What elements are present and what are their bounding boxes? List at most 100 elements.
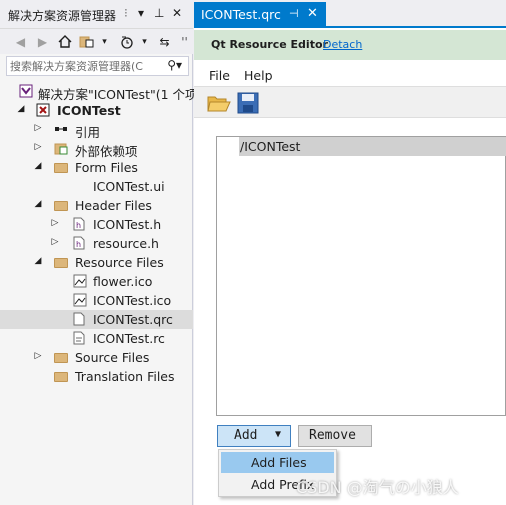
remove-button-label: Remove <box>309 428 356 443</box>
menu-file[interactable]: File <box>209 68 230 83</box>
detach-link[interactable]: Detach <box>323 38 362 51</box>
collapsed-arrow-icon[interactable]: ▷ <box>33 142 43 152</box>
tab-icontest-qrc[interactable]: ICONTest.qrc ⊣ ✕ <box>194 2 326 28</box>
solution-explorer-toolbar: ◀ ▶ ▾ ▾ ⇆ '' <box>0 28 193 54</box>
tree-item-label: ICONTest.qrc <box>93 312 173 327</box>
tree-item-solution[interactable]: 解决方案"ICONTest"(1 个项 <box>0 82 198 102</box>
tree-item-label: ICONTest.h <box>93 217 162 232</box>
collapsed-arrow-icon[interactable]: ▷ <box>50 218 60 228</box>
add-button-label: Add <box>234 428 258 443</box>
svg-text:h: h <box>76 240 81 249</box>
back-icon[interactable]: ◀ <box>12 33 29 50</box>
menu-help[interactable]: Help <box>244 68 273 83</box>
sync-icon[interactable]: ⇆ <box>156 33 173 50</box>
menu-item-label: Add Files <box>251 455 307 470</box>
tree-item-file-selected[interactable]: ICONTest.qrc <box>0 310 193 329</box>
close-icon[interactable]: ✕ <box>307 6 318 21</box>
svg-text:h: h <box>76 221 81 230</box>
tree-item-label: resource.h <box>93 236 159 251</box>
tree-item-form-files[interactable]: ◢ Form Files <box>0 158 193 177</box>
folder-icon <box>54 353 68 363</box>
tree-item-label: Resource Files <box>75 255 164 270</box>
search-icon[interactable]: ⚲▾ <box>167 58 182 72</box>
solution-explorer-title: 解决方案资源管理器 <box>8 9 117 23</box>
collapsed-arrow-icon[interactable]: ▷ <box>33 123 43 133</box>
pin-icon[interactable]: ⊣ <box>289 7 299 20</box>
chevron-down-icon[interactable]: ▾ <box>136 33 153 50</box>
header-file-icon: h <box>73 236 87 250</box>
tree-item-label: Source Files <box>75 350 150 365</box>
folder-icon <box>54 201 68 211</box>
close-icon[interactable]: ✕ <box>172 6 182 20</box>
qt-project-icon <box>36 103 50 117</box>
tree-item-external-dependencies[interactable]: ▷ 外部依赖项 <box>0 139 193 159</box>
folder-icon <box>54 258 68 268</box>
external-dependencies-icon <box>54 141 68 155</box>
expanded-arrow-icon[interactable]: ◢ <box>33 256 43 266</box>
chevron-down-icon: ▼ <box>275 429 282 440</box>
add-button[interactable]: Add ▼ <box>217 425 291 447</box>
tree-item-label: Header Files <box>75 198 152 213</box>
editor-toolbar <box>194 86 506 118</box>
solution-explorer-titlebar: 解决方案资源管理器 ⁝ ▾ ⊥ ✕ <box>0 0 193 28</box>
search-input[interactable] <box>10 58 162 74</box>
tree-item-file[interactable]: ICONTest.ui <box>0 177 193 196</box>
document-area: ICONTest.qrc ⊣ ✕ Qt Resource Editor Deta… <box>194 0 506 505</box>
editor-title: Qt Resource Editor <box>211 38 328 51</box>
open-folder-icon[interactable] <box>207 92 231 117</box>
folder-icon <box>54 372 68 382</box>
search-box[interactable]: ⚲▾ <box>6 56 189 76</box>
header-file-icon: h <box>73 217 87 231</box>
tab-label: ICONTest.qrc <box>201 7 281 22</box>
forward-icon[interactable]: ▶ <box>34 33 51 50</box>
tree-item-source-files[interactable]: ▷ Source Files <box>0 348 193 367</box>
tree-item-label: flower.ico <box>93 274 153 289</box>
tree-item-file[interactable]: ▷ h resource.h <box>0 234 193 253</box>
solution-explorer-panel: 解决方案资源管理器 ⁝ ▾ ⊥ ✕ ◀ ▶ ▾ ▾ ⇆ '' ⚲▾ 解决方案"I… <box>0 0 198 505</box>
tree-item-file[interactable]: ICONTest.rc <box>0 329 193 348</box>
menu-item-add-files[interactable]: Add Files <box>221 452 334 473</box>
prefix-item[interactable]: /ICONTest <box>239 137 506 156</box>
collapsed-arrow-icon[interactable]: ▷ <box>33 351 43 361</box>
tree-item-references[interactable]: ▷ 引用 <box>0 120 193 140</box>
collapsed-arrow-icon[interactable]: ▷ <box>50 237 60 247</box>
tree-item-file[interactable]: ▷ h ICONTest.h <box>0 215 193 234</box>
tree-item-project[interactable]: ◢ ICONTest <box>0 101 193 120</box>
menu-bar: File Help <box>194 64 506 86</box>
tree-item-file[interactable]: flower.ico <box>0 272 193 291</box>
window-position-icon[interactable]: ⁝ <box>124 6 128 20</box>
pending-changes-icon[interactable] <box>118 33 135 50</box>
tree-item-label: ICONTest.rc <box>93 331 165 346</box>
tree-item-label: ICONTest.ui <box>93 179 165 194</box>
tab-bar: ICONTest.qrc ⊣ ✕ <box>194 0 506 28</box>
image-file-icon <box>73 274 87 288</box>
pin-icon[interactable]: ⊥ <box>154 6 164 20</box>
expanded-arrow-icon[interactable]: ◢ <box>33 161 43 171</box>
home-icon[interactable] <box>56 33 73 50</box>
resource-tree-view[interactable]: /ICONTest <box>216 136 506 416</box>
expanded-arrow-icon[interactable]: ◢ <box>16 104 26 114</box>
tree-item-label: ICONTest <box>57 103 121 118</box>
dropdown-icon[interactable]: ▾ <box>138 6 144 20</box>
tree-item-header-files[interactable]: ◢ Header Files <box>0 196 193 215</box>
save-icon[interactable] <box>237 92 259 117</box>
watermark: CSDN @淘气の小狼人 <box>296 478 459 497</box>
tree-item-label: Form Files <box>75 160 138 175</box>
prefix-label: /ICONTest <box>240 139 301 154</box>
switch-views-icon[interactable] <box>78 33 95 50</box>
resource-script-icon <box>73 331 87 345</box>
tree-item-resource-files[interactable]: ◢ Resource Files <box>0 253 193 272</box>
chevron-down-icon[interactable]: ▾ <box>96 33 113 50</box>
tree-item-file[interactable]: ICONTest.ico <box>0 291 193 310</box>
tree-item-label: ICONTest.ico <box>93 293 172 308</box>
more-icon[interactable]: '' <box>176 33 193 50</box>
folder-icon <box>54 163 68 173</box>
qt-resource-editor-header: Qt Resource Editor Detach <box>194 30 506 60</box>
remove-button[interactable]: Remove <box>298 425 372 447</box>
expanded-arrow-icon[interactable]: ◢ <box>33 199 43 209</box>
image-file-icon <box>73 293 87 307</box>
tree-item-translation-files[interactable]: Translation Files <box>0 367 193 386</box>
tree-item-label: Translation Files <box>75 369 175 384</box>
references-icon <box>54 122 68 136</box>
solution-icon <box>19 84 33 98</box>
